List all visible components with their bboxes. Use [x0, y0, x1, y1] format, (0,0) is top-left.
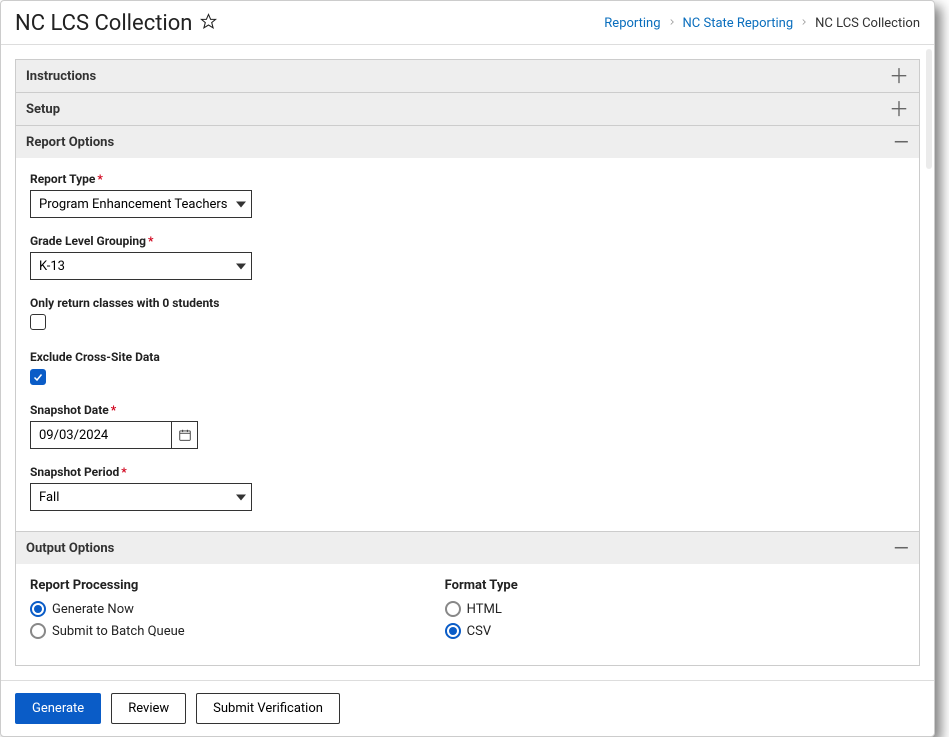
exclude-cross-site-label: Exclude Cross-Site Data	[30, 350, 905, 364]
breadcrumb-current: NC LCS Collection	[815, 16, 920, 31]
accordion-setup-header[interactable]: Setup ＋	[16, 93, 919, 125]
report-type-select[interactable]: Program Enhancement Teachers	[30, 190, 252, 218]
radio-generate-now-button[interactable]	[30, 601, 46, 617]
breadcrumb-nc-state-reporting[interactable]: NC State Reporting	[683, 16, 794, 31]
breadcrumb: Reporting NC State Reporting NC LCS Coll…	[604, 16, 920, 31]
radio-generate-now[interactable]: Generate Now	[30, 601, 185, 617]
snapshot-date-label: Snapshot Date*	[30, 403, 905, 417]
grade-level-grouping-select[interactable]: K-13	[30, 252, 252, 280]
only-zero-students-label: Only return classes with 0 students	[30, 296, 905, 310]
snapshot-period-select[interactable]: Fall	[30, 483, 252, 511]
chevron-right-icon	[797, 16, 811, 31]
accordion-output-options-header[interactable]: Output Options —	[16, 532, 919, 564]
grade-level-grouping-label: Grade Level Grouping*	[30, 234, 905, 248]
radio-html[interactable]: HTML	[445, 601, 518, 617]
accordion-instructions-title: Instructions	[26, 69, 96, 84]
report-type-label: Report Type*	[30, 172, 905, 186]
accordion-report-options-title: Report Options	[26, 135, 114, 150]
scrollbar[interactable]	[926, 49, 932, 169]
plus-icon: ＋	[889, 99, 909, 119]
plus-icon: ＋	[889, 66, 909, 86]
accordion-output-options-title: Output Options	[26, 541, 114, 556]
favorite-star-icon[interactable]	[200, 13, 217, 34]
snapshot-date-input[interactable]	[31, 422, 171, 448]
calendar-icon	[178, 428, 192, 442]
accordion-instructions-header[interactable]: Instructions ＋	[16, 60, 919, 92]
radio-submit-batch-label: Submit to Batch Queue	[52, 624, 185, 639]
radio-csv-button[interactable]	[445, 623, 461, 639]
breadcrumb-reporting[interactable]: Reporting	[604, 16, 660, 31]
calendar-button[interactable]	[171, 422, 197, 448]
format-type-heading: Format Type	[445, 578, 518, 593]
generate-button[interactable]: Generate	[15, 693, 101, 724]
chevron-right-icon	[665, 16, 679, 31]
submit-verification-button[interactable]: Submit Verification	[196, 693, 340, 724]
radio-html-label: HTML	[467, 602, 502, 617]
radio-csv[interactable]: CSV	[445, 623, 518, 639]
minus-icon: —	[893, 132, 909, 152]
radio-generate-now-label: Generate Now	[52, 602, 134, 617]
accordion-report-options-header[interactable]: Report Options —	[16, 126, 919, 158]
snapshot-period-label: Snapshot Period*	[30, 465, 905, 479]
radio-csv-label: CSV	[467, 624, 491, 639]
radio-html-button[interactable]	[445, 601, 461, 617]
page-title: NC LCS Collection	[15, 11, 192, 36]
radio-submit-batch[interactable]: Submit to Batch Queue	[30, 623, 185, 639]
minus-icon: —	[893, 538, 909, 558]
accordion-setup-title: Setup	[26, 102, 60, 117]
only-zero-students-checkbox[interactable]	[30, 314, 46, 330]
exclude-cross-site-checkbox[interactable]	[30, 369, 46, 385]
review-button[interactable]: Review	[111, 693, 186, 724]
radio-submit-batch-button[interactable]	[30, 623, 46, 639]
report-processing-heading: Report Processing	[30, 578, 185, 593]
